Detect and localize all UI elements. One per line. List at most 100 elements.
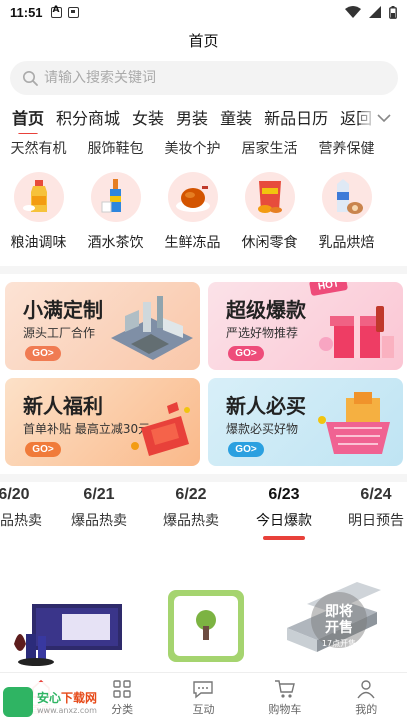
page-title: 首页 (188, 32, 219, 50)
hot-badge: HOT (308, 282, 349, 297)
status-time: 11:51 (10, 4, 43, 20)
shopping-basket-icon (318, 392, 390, 454)
promo-title: 新人福利 (23, 394, 103, 418)
product-card[interactable] (142, 574, 272, 672)
subcategory-health[interactable]: 营养保健 (308, 138, 385, 158)
promo-go-button[interactable]: GO> (25, 346, 61, 361)
tab-mens[interactable]: 男装 (176, 105, 208, 133)
subcategory-beauty[interactable]: 美妆个护 (154, 138, 231, 158)
tab-new-calendar[interactable]: 新品日历 (264, 105, 328, 133)
date-tab[interactable]: 6/24 明日预告 (328, 486, 407, 530)
promo-newcomer-must-buy-card[interactable]: 新人必买 爆款必买好物 GO> (208, 378, 403, 466)
search-icon (23, 71, 38, 86)
date-tab-active[interactable]: 6/23 今日爆款 (236, 486, 332, 540)
date-tab[interactable]: 6/21 爆品热卖 (51, 486, 147, 530)
subcategory-apparel[interactable]: 服饰鞋包 (77, 138, 154, 158)
category-label: 酒水茶饮 (87, 235, 144, 251)
mask-pack-icon (168, 590, 244, 662)
date-tab[interactable]: 6/22 爆品热卖 (143, 486, 239, 530)
wifi-icon (345, 6, 361, 18)
subcategory-organic[interactable]: 天然有机 (0, 138, 77, 158)
signal-icon (369, 6, 381, 18)
notification-a-icon (50, 5, 62, 18)
nav-profile[interactable]: 我的 (326, 673, 407, 723)
promo-go-button[interactable]: GO> (228, 346, 264, 361)
promo-subtitle: 爆款必买好物 (226, 422, 299, 436)
section-divider (0, 266, 407, 274)
battery-icon (389, 5, 397, 19)
promo-go-button[interactable]: GO> (25, 442, 61, 457)
category-label: 生鲜冻品 (164, 235, 221, 251)
notification-card-icon (67, 6, 79, 18)
promo-title: 新人必买 (226, 394, 306, 418)
chips-icon (244, 172, 295, 222)
chat-icon (193, 681, 214, 699)
date-label: 爆品热卖 (163, 513, 219, 529)
product-row: 即将 开售 17点开售 (0, 574, 407, 672)
promo-subtitle: 源头工厂合作 (23, 326, 96, 340)
coupon-icon (131, 402, 190, 456)
promo-go-button[interactable]: GO> (228, 442, 264, 457)
nav-label: 分类 (111, 703, 134, 716)
coming-soon-time: 17点开售 (321, 639, 357, 648)
category-label: 乳品烘焙 (318, 235, 375, 251)
date-label: 今日爆款 (256, 513, 312, 529)
grid-icon (113, 680, 131, 698)
promo-subtitle: 严选好物推荐 (226, 326, 299, 340)
subcategory-row: 天然有机 服饰鞋包 美妆个护 居家生活 营养保健 (0, 138, 407, 158)
roast-chicken-icon (167, 172, 218, 222)
factory-icon (111, 296, 193, 360)
tab-home[interactable]: 首页 (12, 105, 44, 134)
section-divider (0, 474, 407, 482)
category-fresh[interactable]: 生鲜冻品 (154, 172, 231, 252)
promo-super-hot-card[interactable]: 超级爆款 严选好物推荐 GO> HOT (208, 282, 403, 370)
date-number: 6/23 (268, 486, 300, 503)
tab-expand-button[interactable] (361, 104, 407, 132)
promo-custom-card[interactable]: 小满定制 源头工厂合作 GO> (5, 282, 200, 370)
boxed-product-icon (14, 604, 122, 666)
product-card[interactable] (6, 574, 136, 672)
watermark-brand-green: 安心 (37, 691, 62, 705)
drink-icon (90, 172, 141, 222)
active-tab-indicator (263, 536, 305, 540)
promo-title: 超级爆款 (226, 298, 306, 322)
nav-label: 互动 (192, 703, 215, 716)
coming-soon-line2: 开售 (325, 620, 353, 636)
date-label: 爆品热卖 (71, 513, 127, 529)
search-input[interactable] (44, 70, 386, 86)
search-bar[interactable] (10, 61, 398, 95)
product-card[interactable]: 即将 开售 17点开售 (277, 574, 407, 672)
status-bar: 11:51 (0, 0, 407, 24)
cart-icon (274, 680, 295, 698)
subcategory-home[interactable]: 居家生活 (231, 138, 308, 158)
date-number: 6/21 (83, 486, 115, 503)
category-snacks[interactable]: 休闲零食 (231, 172, 308, 252)
date-label: 明日预告 (348, 513, 404, 529)
date-number: 6/22 (175, 486, 207, 503)
category-tabs: 首页 积分商城 女装 男装 童装 新品日历 返回 (0, 104, 407, 134)
watermark-brand-red: 下载网 (61, 691, 98, 705)
tab-womens[interactable]: 女装 (132, 105, 164, 133)
coming-soon-overlay: 即将 开售 17点开售 (315, 604, 363, 649)
category-grain-oil[interactable]: 粮油调味 (0, 172, 77, 252)
category-label: 休闲零食 (241, 235, 298, 251)
watermark-url: www.anxz.com (37, 706, 97, 715)
promo-newcomer-welfare-card[interactable]: 新人福利 首单补贴 最高立减30元 GO> (5, 378, 200, 466)
category-drinks[interactable]: 酒水茶饮 (77, 172, 154, 252)
oil-bottle-icon (13, 172, 64, 222)
category-label: 粮油调味 (10, 235, 67, 251)
nav-cart[interactable]: 购物车 (244, 673, 325, 723)
tab-kids[interactable]: 童装 (220, 105, 252, 133)
tab-points-mall[interactable]: 积分商城 (56, 105, 120, 133)
watermark: 安心下载网 www.anxz.com (0, 682, 112, 722)
chevron-down-icon (377, 113, 391, 122)
date-tabs: 6/20 爆品热卖 6/21 爆品热卖 6/22 爆品热卖 6/23 今日爆款 … (0, 486, 407, 546)
category-dairy[interactable]: 乳品烘焙 (308, 172, 385, 252)
profile-icon (357, 680, 375, 699)
watermark-logo (3, 687, 33, 717)
milk-icon (321, 172, 372, 222)
nav-label: 我的 (355, 703, 378, 716)
nav-label: 购物车 (268, 703, 302, 716)
date-number: 6/24 (360, 486, 392, 503)
nav-interact[interactable]: 互动 (163, 673, 244, 723)
